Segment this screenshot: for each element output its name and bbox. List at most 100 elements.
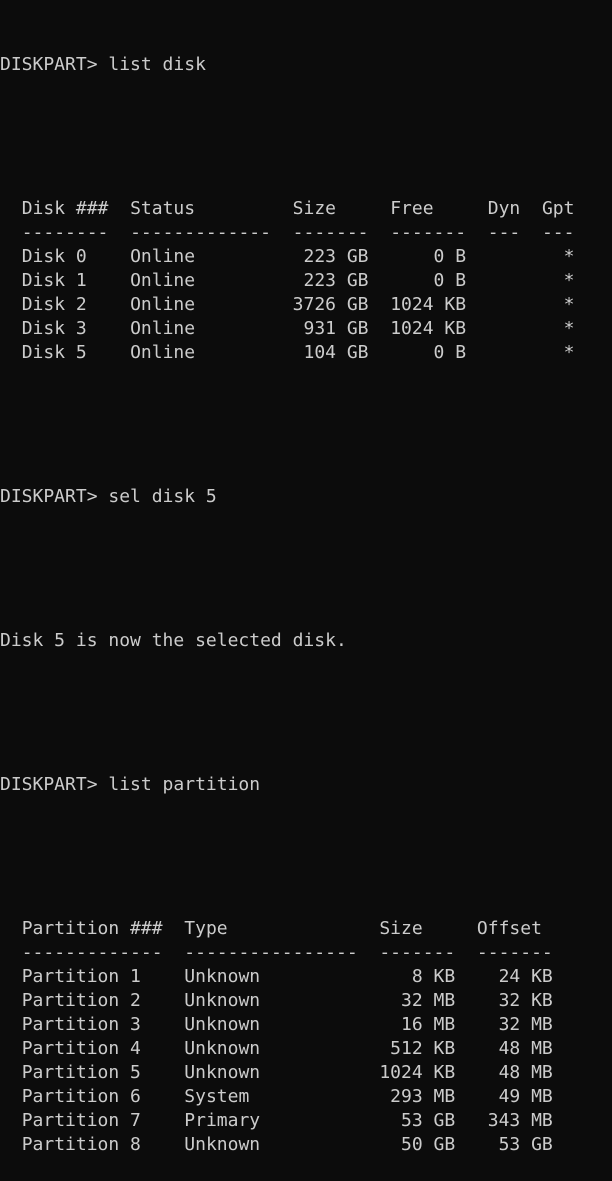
table-cell: 1024 KB: [379, 1062, 456, 1083]
column-header: Status: [130, 198, 271, 219]
table-cell: 293 MB: [379, 1086, 456, 1107]
table-cell: *: [541, 246, 575, 267]
header-rule: -------: [379, 942, 456, 963]
table-cell: System: [184, 1086, 358, 1107]
table-cell: Unknown: [184, 1134, 358, 1155]
header-rule: -------: [476, 942, 553, 963]
table-row: Disk 2 Online 3726 GB 1024 KB *: [0, 293, 612, 317]
table-cell: 24 KB: [476, 966, 553, 987]
table-cell: [488, 318, 521, 339]
table-cell: Unknown: [184, 1014, 358, 1035]
table-cell: [488, 294, 521, 315]
table-cell: 32 MB: [379, 990, 456, 1011]
command-text: list disk: [108, 54, 206, 75]
table-cell: 223 GB: [292, 246, 369, 267]
column-header: Dyn: [487, 198, 521, 219]
table-cell: 50 GB: [379, 1134, 456, 1155]
table-cell: Partition 4: [21, 1038, 163, 1059]
table-cell: 343 MB: [476, 1110, 553, 1131]
header-rule: -------------: [21, 942, 163, 963]
table-header-divider: ------------- ---------------- ------- -…: [0, 941, 612, 965]
header-rule: -------: [390, 222, 467, 243]
table-cell: *: [541, 270, 575, 291]
column-header: Gpt: [541, 198, 575, 219]
table-cell: Unknown: [184, 966, 358, 987]
table-cell: 3726 GB: [292, 294, 369, 315]
table-header-row: Disk ### Status Size Free Dyn Gpt: [0, 197, 612, 221]
column-header: Type: [184, 918, 358, 939]
table-cell: Unknown: [184, 1062, 358, 1083]
table-row: Disk 5 Online 104 GB 0 B *: [0, 341, 612, 365]
column-header: Free: [390, 198, 467, 219]
column-header: Partition ###: [21, 918, 163, 939]
table-cell: Partition 2: [21, 990, 163, 1011]
column-header: Offset: [476, 918, 553, 939]
table-row: Partition 8 Unknown 50 GB 53 GB: [0, 1133, 612, 1157]
table-cell: 53 GB: [379, 1110, 456, 1131]
header-rule: ---: [541, 222, 575, 243]
table-cell: 0 B: [390, 270, 467, 291]
table-cell: Online: [130, 270, 271, 291]
table-cell: *: [541, 294, 575, 315]
table-cell: Online: [130, 294, 271, 315]
table-cell: 32 MB: [476, 1014, 553, 1035]
table-cell: 0 B: [390, 342, 467, 363]
prompt: DISKPART>: [0, 54, 109, 75]
table-cell: 53 GB: [476, 1134, 553, 1155]
table-cell: 1024 KB: [390, 294, 467, 315]
disk-table: Disk ### Status Size Free Dyn Gpt ------…: [0, 197, 612, 365]
table-cell: Partition 8: [21, 1134, 163, 1155]
prompt: DISKPART>: [0, 774, 109, 795]
table-cell: 32 KB: [476, 990, 553, 1011]
command-line: DISKPART> sel disk 5: [0, 485, 612, 509]
column-header: Disk ###: [21, 198, 109, 219]
table-cell: [488, 246, 521, 267]
partition-table: Partition ### Type Size Offset ---------…: [0, 917, 612, 1157]
table-row: Partition 6 System 293 MB 49 MB: [0, 1085, 612, 1109]
table-cell: Disk 3: [21, 318, 109, 339]
table-cell: 49 MB: [476, 1086, 553, 1107]
table-cell: Partition 1: [21, 966, 163, 987]
table-cell: Online: [130, 318, 271, 339]
table-cell: 512 KB: [379, 1038, 456, 1059]
table-cell: Unknown: [184, 1038, 358, 1059]
table-row: Disk 3 Online 931 GB 1024 KB *: [0, 317, 612, 341]
table-cell: Disk 5: [21, 342, 109, 363]
command-text: list partition: [108, 774, 261, 795]
console-window[interactable]: DISKPART> list disk Disk ### Status Size…: [0, 0, 612, 1155]
table-cell: 8 KB: [379, 966, 456, 987]
table-cell: [488, 270, 521, 291]
table-header-row: Partition ### Type Size Offset: [0, 917, 612, 941]
table-cell: Partition 7: [21, 1110, 163, 1131]
header-rule: ---: [487, 222, 521, 243]
table-cell: Unknown: [184, 990, 358, 1011]
table-cell: 48 MB: [476, 1062, 553, 1083]
prompt: DISKPART>: [0, 486, 109, 507]
table-cell: Partition 6: [21, 1086, 163, 1107]
table-cell: 104 GB: [292, 342, 369, 363]
command-line: DISKPART> list partition: [0, 773, 612, 797]
table-cell: Online: [130, 246, 271, 267]
column-header: Size: [379, 918, 456, 939]
table-header-divider: -------- ------------- ------- ------- -…: [0, 221, 612, 245]
command-text: sel disk 5: [108, 486, 217, 507]
table-row: Disk 0 Online 223 GB 0 B *: [0, 245, 612, 269]
table-cell: 48 MB: [476, 1038, 553, 1059]
table-row: Disk 1 Online 223 GB 0 B *: [0, 269, 612, 293]
table-cell: *: [541, 318, 575, 339]
table-cell: Partition 5: [21, 1062, 163, 1083]
table-cell: *: [541, 342, 575, 363]
table-cell: Primary: [184, 1110, 358, 1131]
table-row: Partition 4 Unknown 512 KB 48 MB: [0, 1037, 612, 1061]
header-rule: -------------: [130, 222, 271, 243]
header-rule: --------: [21, 222, 109, 243]
table-cell: Online: [130, 342, 271, 363]
table-cell: [488, 342, 521, 363]
table-cell: 223 GB: [292, 270, 369, 291]
output-message: Disk 5 is now the selected disk.: [0, 630, 347, 651]
